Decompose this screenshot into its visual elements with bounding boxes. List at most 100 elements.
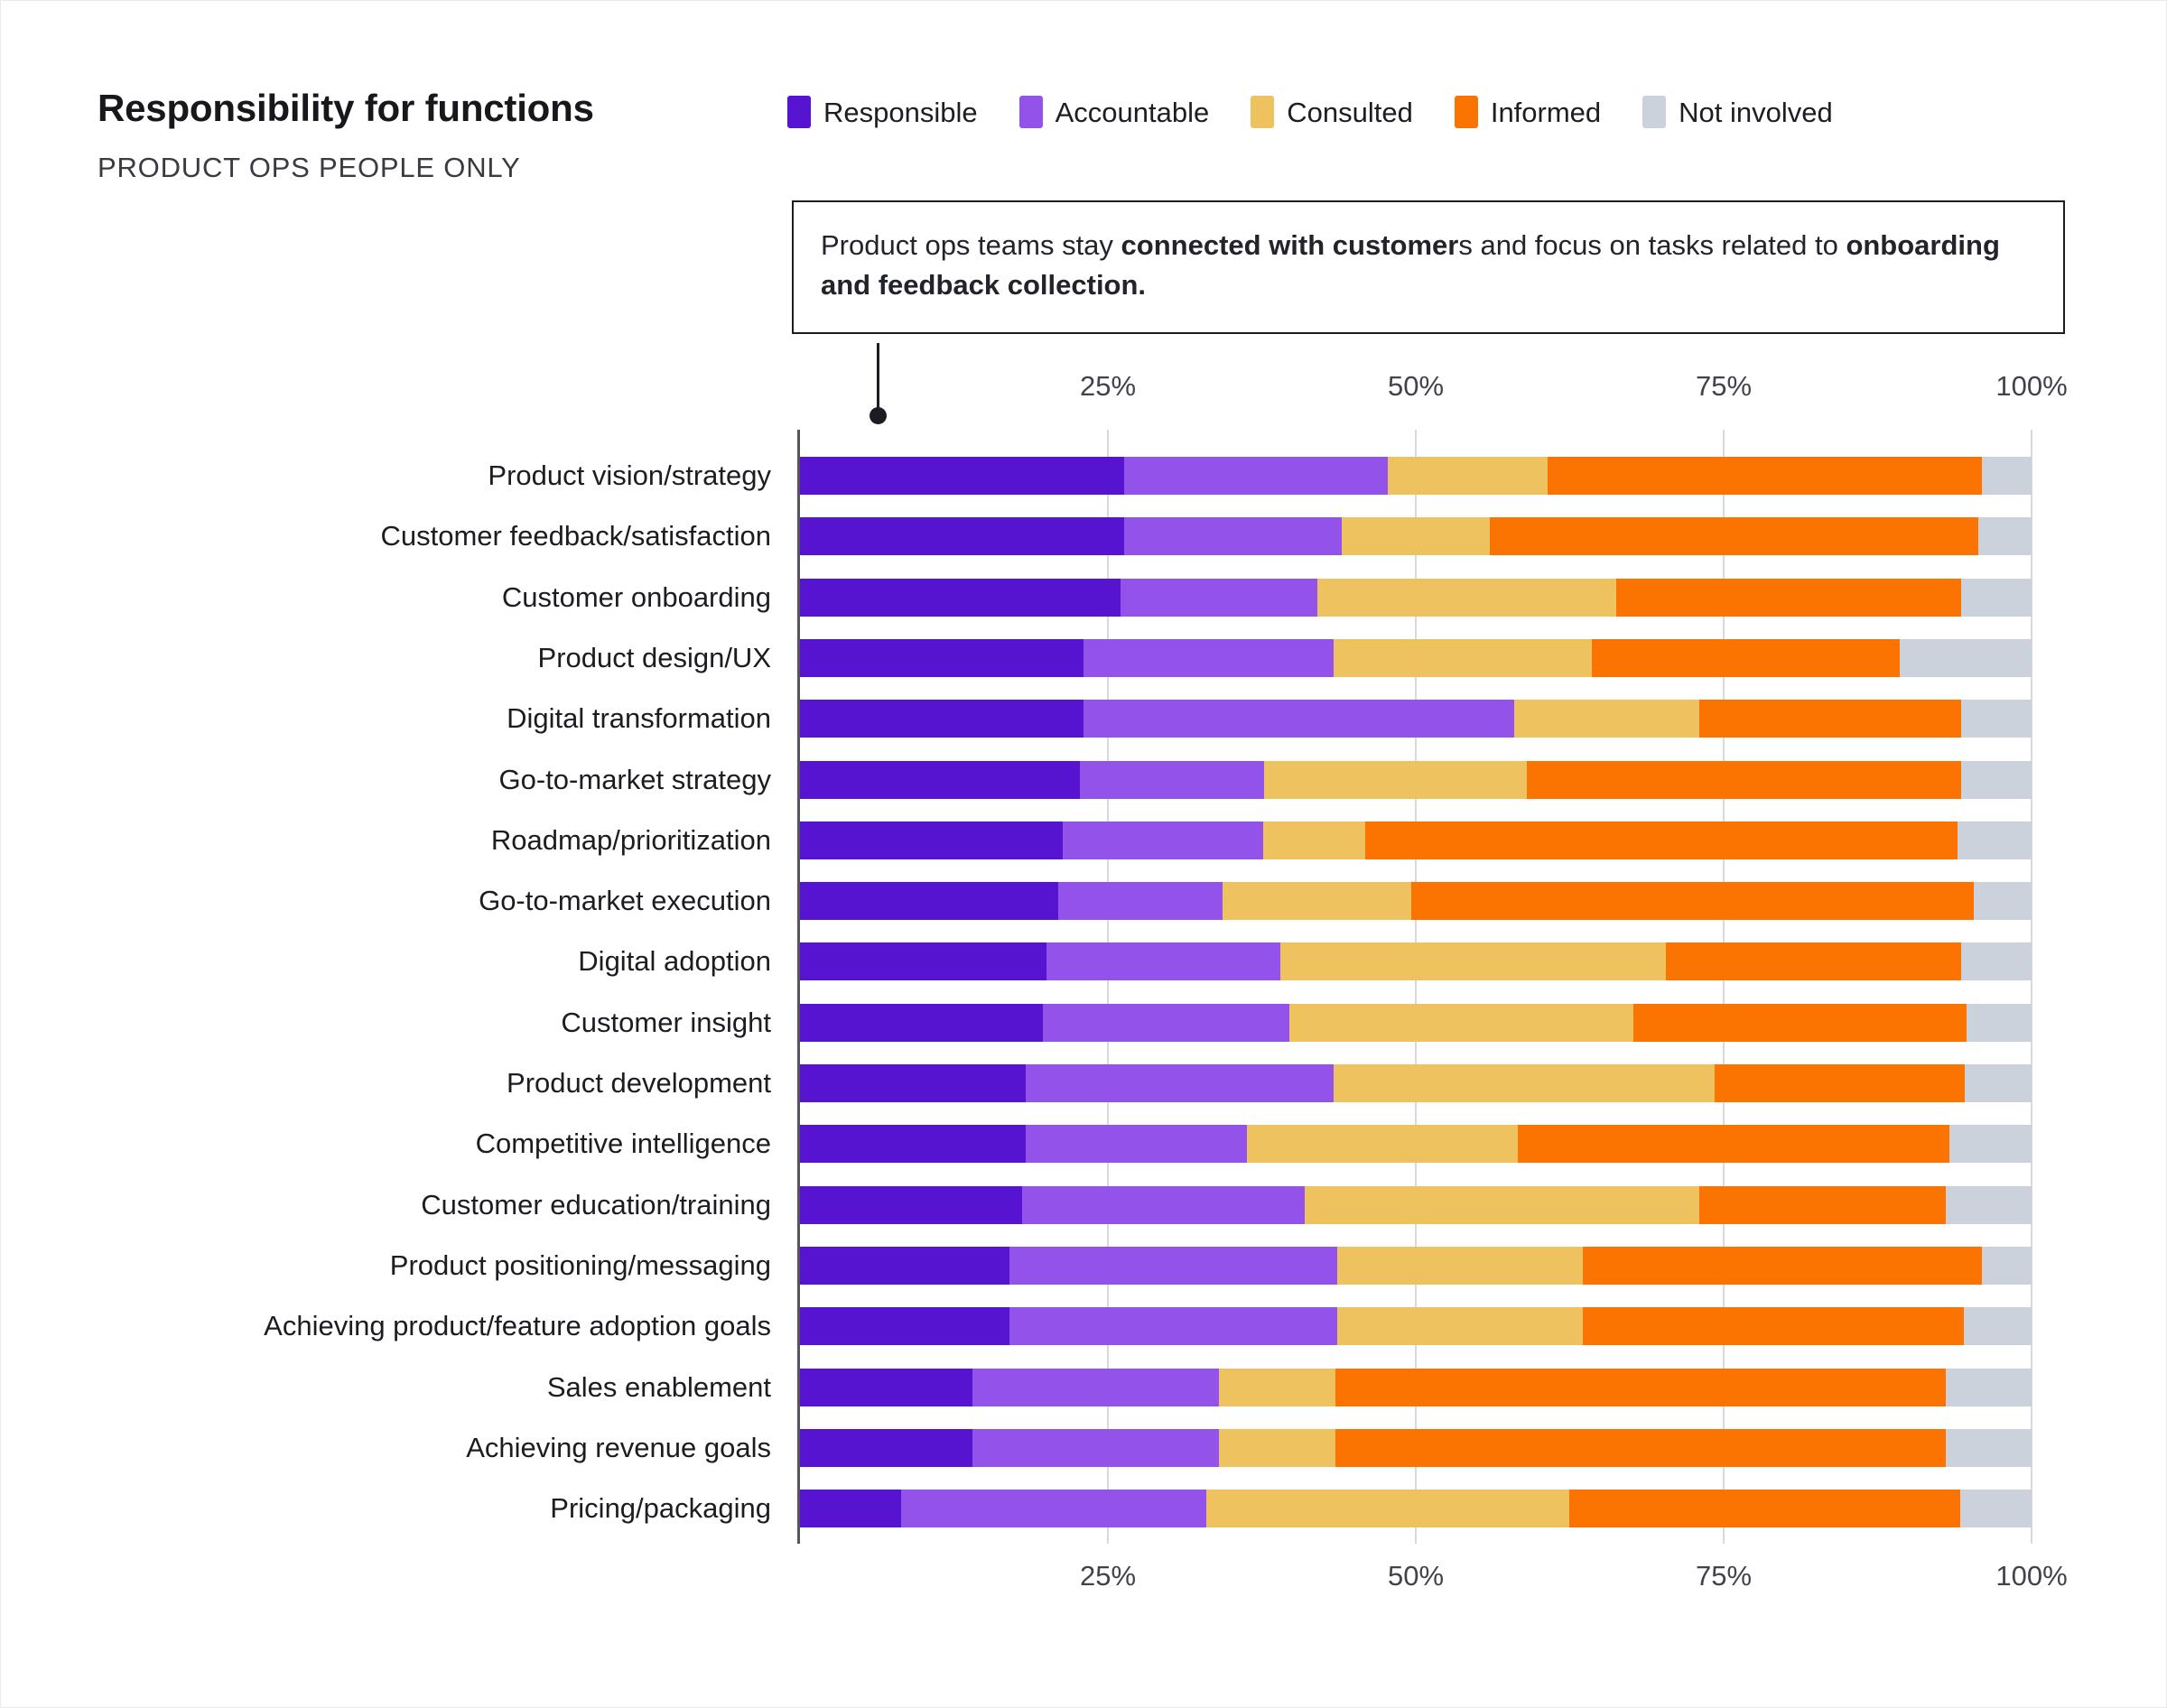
bar-row: Go-to-market strategy	[499, 754, 2032, 814]
bar-segment-accountable	[1009, 1246, 1337, 1285]
bar-segment-accountable	[1079, 760, 1265, 799]
legend-swatch-icon	[1454, 96, 1478, 128]
annotation-part-1: Product ops teams stay	[821, 229, 1121, 261]
stacked-bar	[800, 882, 2032, 921]
stacked-bar	[800, 821, 2032, 859]
bar-row-label: Roadmap/prioritization	[490, 823, 771, 856]
legend-item-not-involved: Not involved	[1642, 96, 1833, 128]
annotation-part-3: s and focus on tasks related to	[1458, 229, 1846, 261]
bar-segment-not-involved	[1961, 700, 2032, 738]
bar-row: Customer onboarding	[502, 571, 2032, 632]
bar-segment-informed	[1698, 700, 1962, 738]
bar-segment-consulted	[1218, 1368, 1336, 1406]
bar-segment-consulted	[1514, 700, 1699, 738]
bar-row-label: Customer education/training	[421, 1188, 771, 1221]
legend-swatch-icon	[1642, 96, 1667, 128]
bar-segment-accountable	[1083, 638, 1334, 677]
bar-segment-responsible	[800, 1003, 1043, 1042]
bar-segment-not-involved	[1961, 942, 2032, 981]
bar-segment-not-involved	[1982, 1246, 2032, 1285]
bar-segment-informed	[1592, 638, 1901, 677]
annotation-callout: Product ops teams stay connected with cu…	[792, 200, 2065, 335]
stacked-bar	[800, 760, 2032, 799]
bar-row: Product positioning/messaging	[390, 1239, 2032, 1300]
bar-row-label: Digital adoption	[578, 945, 771, 978]
annotation-part-2-bold: connected with customer	[1121, 229, 1459, 261]
x-tick-label-100: 100%	[1995, 1560, 2068, 1592]
x-tick-label-75: 75%	[1695, 1560, 1753, 1592]
bar-row-label: Pricing/packaging	[550, 1492, 771, 1525]
legend-label: Consulted	[1287, 96, 1413, 128]
bar-segment-responsible	[800, 1307, 1009, 1346]
x-tick-label-25: 25%	[1079, 1560, 1137, 1592]
bar-segment-responsible	[800, 517, 1124, 556]
bar-segment-responsible	[800, 457, 1124, 495]
page-title: Responsibility for functions	[98, 87, 594, 129]
bar-segment-informed	[1715, 1064, 1966, 1102]
bar-row: Customer insight	[561, 997, 2032, 1057]
bar-row-label: Achieving revenue goals	[466, 1431, 771, 1463]
bar-row: Product development	[507, 1057, 2032, 1118]
bar-segment-accountable	[1123, 517, 1343, 556]
bar-row: Customer education/training	[421, 1179, 2032, 1239]
bar-row-label: Product vision/strategy	[488, 459, 771, 491]
chart-page: Responsibility for functions PRODUCT OPS…	[0, 0, 2167, 1708]
legend-swatch-icon	[1251, 96, 1275, 128]
bar-segment-consulted	[1262, 821, 1366, 859]
bar-row-label: Customer feedback/satisfaction	[380, 520, 772, 552]
bar-segment-not-involved	[1965, 1064, 2032, 1102]
x-tick-label-75: 75%	[1695, 370, 1753, 402]
bar-row: Digital transformation	[507, 692, 2032, 753]
bar-row: Customer feedback/satisfaction	[381, 510, 2032, 571]
bar-segment-responsible	[800, 882, 1059, 921]
x-tick-label-50: 50%	[1387, 370, 1445, 402]
bar-segment-accountable	[1058, 882, 1223, 921]
bar-segment-consulted	[1288, 1003, 1634, 1042]
bar-row-label: Customer onboarding	[501, 580, 771, 613]
bar-row-label: Go-to-market execution	[479, 885, 771, 917]
bar-segment-consulted	[1333, 638, 1593, 677]
bar-segment-accountable	[1046, 942, 1280, 981]
bar-segment-informed	[1547, 457, 1983, 495]
bar-row-label: Achieving product/feature adoption goals	[264, 1310, 771, 1342]
x-axis-ticklabels-top: 25% 50% 75% 100%	[800, 370, 2068, 406]
bar-row-label: Product design/UX	[537, 641, 771, 673]
bar-segment-not-involved	[1961, 760, 2032, 799]
bar-segment-not-involved	[1961, 578, 2032, 617]
bar-segment-consulted	[1264, 760, 1527, 799]
bar-segment-accountable	[1042, 1003, 1289, 1042]
legend-label: Accountable	[1055, 96, 1210, 128]
bar-segment-consulted	[1387, 457, 1548, 495]
bar-segment-not-involved	[1948, 1125, 2032, 1164]
bar-segment-informed	[1365, 821, 1958, 859]
bar-segment-responsible	[800, 1246, 1009, 1285]
bar-row: Achieving revenue goals	[466, 1422, 2032, 1482]
stacked-bar	[800, 457, 2032, 495]
bar-row: Product vision/strategy	[488, 450, 2032, 510]
page-subtitle: PRODUCT OPS PEOPLE ONLY	[98, 152, 521, 183]
chart-legend: Responsible Accountable Consulted Informed N…	[787, 96, 1874, 128]
bar-segment-informed	[1410, 882, 1974, 921]
bar-segment-not-involved	[1978, 517, 2032, 556]
legend-label: Not involved	[1679, 96, 1833, 128]
x-tick-label-25: 25%	[1079, 370, 1137, 402]
legend-item-accountable: Accountable	[1018, 96, 1210, 128]
bar-segment-accountable	[972, 1368, 1219, 1406]
legend-item-informed: Informed	[1454, 96, 1601, 128]
bar-segment-responsible	[800, 942, 1046, 981]
bar-row-label: Competitive intelligence	[475, 1128, 771, 1160]
bar-row: Go-to-market execution	[479, 875, 2032, 935]
bar-row-label: Sales enablement	[546, 1370, 771, 1403]
bar-segment-consulted	[1336, 1307, 1584, 1346]
bar-segment-responsible	[800, 1064, 1026, 1102]
stacked-bar	[800, 1064, 2032, 1102]
legend-item-responsible: Responsible	[787, 96, 978, 128]
bar-segment-informed	[1526, 760, 1962, 799]
stacked-bar	[800, 638, 2032, 677]
bar-segment-accountable	[1025, 1125, 1248, 1164]
bar-segment-not-involved	[1973, 882, 2032, 921]
bar-segment-informed	[1616, 578, 1962, 617]
bar-row: Sales enablement	[547, 1361, 2032, 1422]
bar-segment-consulted	[1316, 578, 1617, 617]
stacked-bar	[800, 1003, 2032, 1042]
